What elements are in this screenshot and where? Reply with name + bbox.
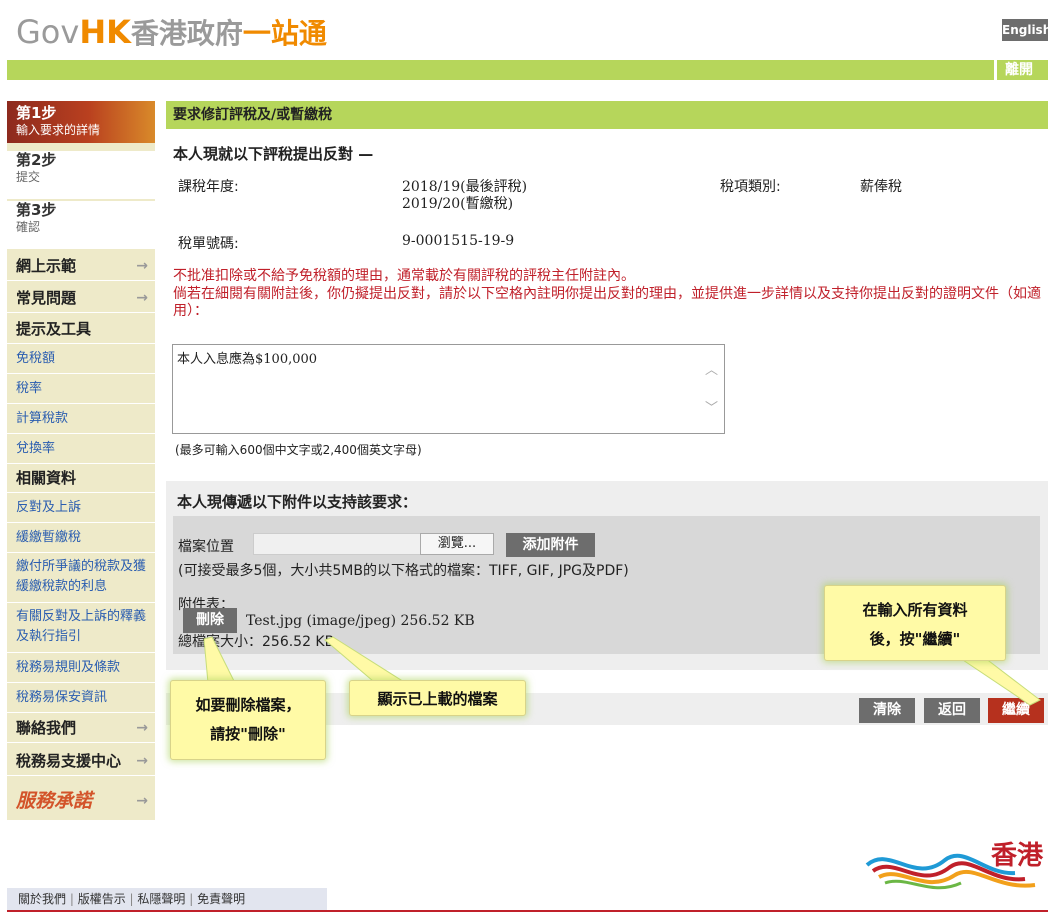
logout-button[interactable]: 離開	[994, 60, 1041, 80]
logo-chinese-text: 香港政府	[130, 17, 243, 50]
sidebar-item-label: 稅務易支援中心	[16, 752, 122, 770]
sidebar-item-contact-us[interactable]: 聯絡我們 →	[7, 713, 155, 743]
sidebar-item-allowances[interactable]: 免稅額	[7, 344, 155, 374]
logo-one-stop-text: 一站通	[242, 17, 327, 50]
continue-tip-line-2: 後，按"繼續"	[869, 630, 961, 648]
sidebar-item-exchange-rates[interactable]: 兌換率	[7, 434, 155, 464]
arrow-right-icon: →	[136, 720, 148, 736]
footer-link-disclaimer[interactable]: 免責聲明	[197, 892, 245, 906]
bill-number-label: 稅單號碼:	[178, 236, 239, 252]
sidebar-item-interpretation-guide[interactable]: 有關反對及上訴的釋義及執行指引	[7, 603, 155, 653]
sidebar-item-terms-conditions[interactable]: 稅務易規則及條款	[7, 653, 155, 683]
char-limit-hint: (最多可輸入600個中文字或2,400個英文字母)	[175, 443, 422, 457]
bill-number-value: 9-0001515-19-9	[402, 233, 515, 249]
sidebar-heading-related-info: 相關資料	[7, 463, 155, 493]
continue-tip-line-1: 在輸入所有資料	[862, 601, 968, 619]
footer-divider	[7, 910, 1048, 912]
sidebar-item-disputed-tax-interest[interactable]: 繳付所爭議的稅款及獲緩繳稅款的利息	[7, 553, 155, 603]
attachment-heading: 本人現傳遞以下附件以支持該要求：	[177, 493, 418, 511]
callout-pointers	[203, 636, 1041, 706]
warning-note-1: 不批准扣除或不給予免稅額的理由，通常載於有關評稅的評稅主任附註內。	[173, 268, 635, 284]
delete-tip-line-1: 如要刪除檔案，	[195, 696, 301, 714]
top-green-bar: 離開	[7, 60, 1048, 80]
arrow-right-icon: →	[136, 258, 148, 274]
delete-attachment-button[interactable]: 刪除	[183, 608, 237, 633]
clear-button[interactable]: 清除	[859, 698, 915, 723]
scroll-up-icon[interactable]: ︿	[705, 359, 718, 378]
sidebar-item-tax-calculator[interactable]: 計算稅款	[7, 404, 155, 434]
objection-reason-textarea[interactable]: 本人入息應為$100,000 ︿ ﹀	[172, 344, 725, 434]
brand-hong-kong-logo: 香港	[865, 835, 1045, 895]
warning-note-2: 倘若在細閱有關附註後，你仍擬提出反對，請於以下空格內註明你提出反對的理由，並提供…	[173, 286, 1041, 319]
step-1: 第1步 輸入要求的詳情	[7, 101, 155, 143]
step-3: 第3步 確認	[7, 201, 155, 249]
sidebar-item-support-centre[interactable]: 稅務易支援中心 →	[7, 746, 155, 776]
tax-type-label: 稅項類別:	[720, 179, 781, 195]
browse-button[interactable]: 瀏覽...	[420, 533, 494, 555]
total-file-size: 總檔案大小：256.52 KB	[178, 634, 335, 650]
step-1-subtitle: 輸入要求的詳情	[16, 123, 101, 137]
arrow-right-icon: →	[136, 793, 148, 809]
continue-button[interactable]: 繼續	[988, 698, 1044, 723]
sidebar-item-holdover-provisional-tax[interactable]: 緩繳暫繳稅	[7, 523, 155, 553]
step-3-title: 第3步	[16, 201, 57, 219]
delete-tip-line-2: 請按"刪除"	[210, 725, 286, 743]
step-2-title: 第2步	[16, 151, 57, 169]
brand-hong-kong-text: 香港	[990, 841, 1043, 871]
footer-links: 關於我們 | 版權告示 | 私隱聲明 | 免責聲明	[7, 888, 327, 910]
sidebar-item-online-demo[interactable]: 網上示範 →	[7, 251, 155, 281]
year-of-assessment-value-2: 2019/20(暫繳稅)	[402, 196, 514, 212]
back-button[interactable]: 返回	[924, 698, 980, 723]
attachment-file-entry: Test.jpg (image/jpeg) 256.52 KB	[246, 613, 475, 629]
logo-gov-text: Gov	[16, 13, 80, 51]
sidebar-item-objection-appeal[interactable]: 反對及上訴	[7, 493, 155, 523]
sidebar-item-faq[interactable]: 常見問題 →	[7, 283, 155, 313]
step-1-title: 第1步	[16, 104, 57, 122]
sidebar-heading-tips-tools: 提示及工具	[7, 314, 155, 344]
step-2-subtitle: 提交	[16, 170, 41, 184]
uploaded-file-callout: 顯示已上載的檔案	[349, 680, 526, 716]
footer-link-about-us[interactable]: 關於我們	[18, 892, 66, 906]
accepted-formats-note: (可接受最多5個，大小共5MB的以下格式的檔案：TIFF, GIF, JPG及P…	[178, 563, 629, 579]
objection-reason-text: 本人入息應為$100,000	[177, 352, 318, 367]
sidebar-item-security-info[interactable]: 稅務易保安資訊	[7, 683, 155, 713]
arrow-right-icon: →	[136, 290, 148, 306]
sidebar-item-performance-pledge[interactable]: 服務承諾 →	[7, 781, 155, 821]
year-of-assessment-label: 課稅年度:	[178, 179, 239, 195]
sidebar-item-tax-rates[interactable]: 稅率	[7, 374, 155, 404]
tax-type-value: 薪俸稅	[860, 179, 902, 195]
arrow-right-icon: →	[136, 753, 148, 769]
sidebar-item-label: 網上示範	[16, 257, 77, 275]
footer-link-privacy[interactable]: 私隱聲明	[137, 892, 185, 906]
file-location-label: 檔案位置	[178, 539, 234, 555]
continue-tip-callout: 在輸入所有資料 後，按"繼續"	[824, 585, 1006, 661]
sidebar-item-label: 聯絡我們	[16, 719, 77, 737]
sidebar-item-label: 常見問題	[16, 289, 77, 307]
delete-tip-callout: 如要刪除檔案， 請按"刪除"	[170, 680, 326, 760]
step-2: 第2步 提交	[7, 151, 155, 199]
footer-link-copyright[interactable]: 版權告示	[78, 892, 126, 906]
performance-pledge-logo: 服務承諾	[16, 790, 93, 812]
add-attachment-button[interactable]: 添加附件	[506, 533, 595, 557]
govhk-logo[interactable]: GovHK香港政府一站通	[16, 12, 327, 52]
objection-heading: 本人現就以下評稅提出反對 —	[173, 145, 374, 163]
page-title: 要求修訂評稅及/或暫繳稅	[166, 101, 1048, 129]
step-3-subtitle: 確認	[16, 220, 41, 234]
logo-hk-text: HK	[79, 13, 131, 51]
english-language-button[interactable]: English	[1002, 19, 1051, 41]
scroll-down-icon[interactable]: ﹀	[705, 397, 718, 416]
sidebar: 第1步 輸入要求的詳情 第2步 提交 第3步 確認 網上示範 → 常見問題 → …	[7, 101, 155, 821]
file-path-input[interactable]	[253, 533, 421, 555]
